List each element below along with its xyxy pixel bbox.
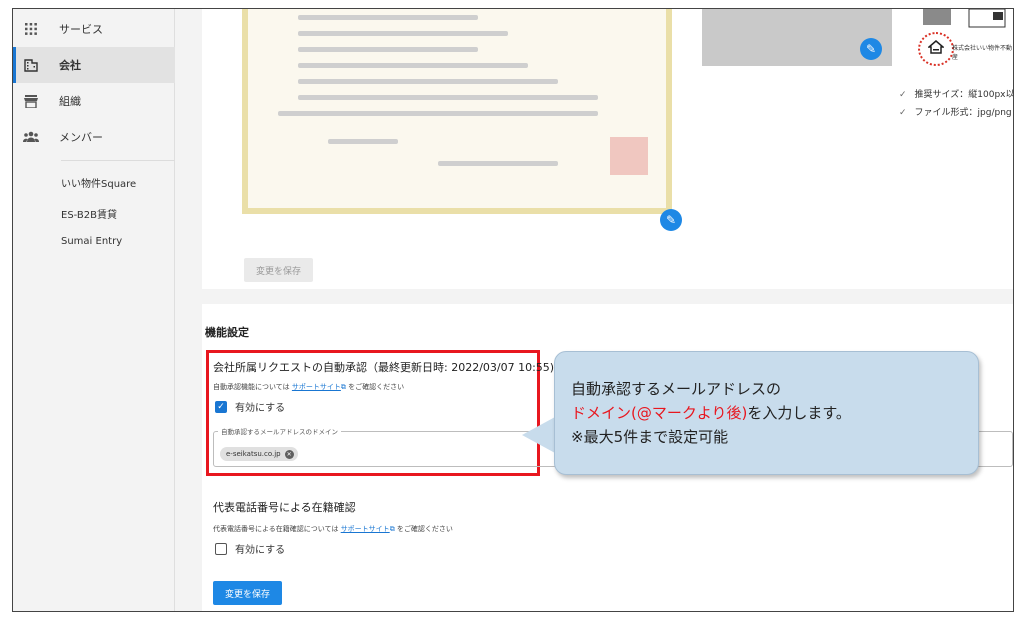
- store-icon: [23, 93, 39, 109]
- sidebar-subitem-es-b2b[interactable]: ES-B2B賃貸: [61, 206, 117, 221]
- feature-settings-title: 機能設定: [205, 326, 249, 339]
- sidebar-item-label: 会社: [59, 59, 81, 72]
- callout-line-2: ドメイン(@マークより後)を入力します。: [571, 404, 851, 422]
- house-icon: [926, 39, 946, 58]
- support-site-link[interactable]: サポートサイト: [341, 525, 390, 533]
- people-icon: [23, 129, 39, 145]
- edit-cover-button[interactable]: ✎: [860, 38, 882, 60]
- save-images-button[interactable]: 変更を保存: [244, 258, 313, 282]
- callout-pointer: [522, 417, 555, 453]
- sidebar-item-services[interactable]: サービス: [13, 11, 175, 47]
- building-icon: [23, 57, 39, 73]
- sidebar-subitem-square[interactable]: いい物件Square: [61, 175, 136, 190]
- logo-company-name: 株式会社いい物件不動産: [952, 45, 1013, 61]
- auto-approve-title: 会社所属リクエストの自動承認（最終更新日時: 2022/03/07 10:55): [213, 361, 555, 374]
- edit-certificate-button[interactable]: ✎: [660, 209, 682, 231]
- domain-input-label: 自動承認するメールアドレスのドメイン: [218, 426, 341, 436]
- pencil-icon: ✎: [665, 213, 677, 227]
- grid-icon: [23, 21, 39, 37]
- sidebar-item-members[interactable]: メンバー: [13, 119, 175, 155]
- external-link-icon: ⧉: [340, 383, 346, 391]
- check-icon: ✓: [899, 108, 907, 118]
- sidebar: サービス 会社 組織 メンバー いい物件Square ES-B2B賃貸 Suma…: [13, 9, 175, 611]
- annotation-callout: 自動承認するメールアドレスの ドメイン(@マークより後)を入力します。 ※最大5…: [554, 351, 979, 475]
- domain-chip[interactable]: e-seikatsu.co.jp ✕: [220, 447, 298, 461]
- support-site-link[interactable]: サポートサイト: [292, 383, 341, 391]
- callout-line-3: ※最大5件まで設定可能: [571, 428, 729, 446]
- requirement-format: ✓ ファイル形式：jpg/png: [899, 108, 1012, 118]
- requirement-size: ✓ 推奨サイズ：縦100px以上: [899, 90, 1014, 100]
- external-link-icon: ⧉: [389, 525, 395, 533]
- callout-line-1: 自動承認するメールアドレスの: [571, 380, 782, 398]
- check-icon: ✓: [899, 90, 907, 100]
- phone-check-enable-checkbox[interactable]: 有効にする: [215, 541, 285, 556]
- seal-stamp: [610, 137, 648, 175]
- certificate-image: [242, 9, 672, 214]
- checkbox-checked-icon: ✓: [215, 400, 227, 413]
- phone-check-help: 代表電話番号による在籍確認については サポートサイト⧉ をご確認ください: [213, 525, 453, 533]
- phone-check-title: 代表電話番号による在籍確認: [213, 501, 356, 514]
- sidebar-item-label: 組織: [59, 95, 81, 108]
- auto-approve-help: 自動承認機能については サポートサイト⧉ をご確認ください: [213, 383, 405, 391]
- chip-remove-icon[interactable]: ✕: [284, 449, 294, 459]
- sidebar-item-organization[interactable]: 組織: [13, 83, 175, 119]
- company-images-card: ✎ ✎ 株式会社いい物件不動産 ✓ 推奨サイズ：縦100px以上 ✓ ファイル形式：…: [202, 9, 1014, 289]
- sidebar-item-company[interactable]: 会社: [13, 47, 175, 83]
- sidebar-divider: [61, 160, 175, 161]
- sidebar-item-label: メンバー: [59, 131, 103, 144]
- pencil-icon: ✎: [865, 42, 877, 56]
- sidebar-subitem-sumai-entry[interactable]: Sumai Entry: [61, 236, 122, 247]
- checkbox-unchecked-icon: [215, 542, 227, 555]
- auto-approve-enable-checkbox[interactable]: ✓ 有効にする: [215, 399, 285, 414]
- main-content: ✎ ✎ 株式会社いい物件不動産 ✓ 推奨サイズ：縦100px以上 ✓ ファイル形式：…: [176, 9, 1014, 611]
- save-settings-button[interactable]: 変更を保存: [213, 581, 282, 605]
- sidebar-item-label: サービス: [59, 23, 103, 36]
- app-window: サービス 会社 組織 メンバー いい物件Square ES-B2B賃貸 Suma…: [12, 8, 1014, 612]
